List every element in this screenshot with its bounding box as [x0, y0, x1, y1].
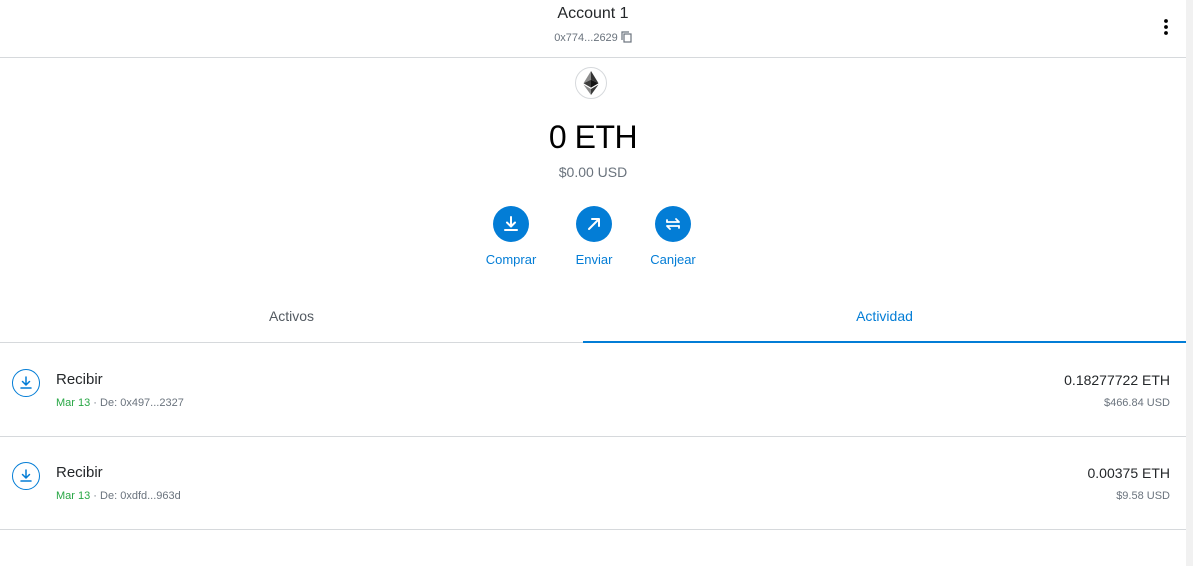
transaction-title: Recibir: [56, 371, 103, 388]
buy-label: Comprar: [485, 252, 537, 267]
transaction-usd: $466.84 USD: [1103, 397, 1170, 409]
swap-label: Canjear: [650, 252, 696, 267]
transaction-date: Mar 13: [56, 490, 91, 502]
transaction-separator: ·: [90, 490, 101, 502]
copy-icon[interactable]: [621, 31, 632, 46]
account-name[interactable]: Account 1: [0, 5, 1186, 23]
transaction-from: De: 0xdfd...963d: [100, 490, 181, 502]
account-header: Account 1 0x774...2629: [0, 0, 1186, 58]
account-address-text[interactable]: 0x774...2629: [554, 32, 618, 44]
account-address[interactable]: 0x774...2629: [0, 31, 1186, 46]
swap-icon: [655, 206, 691, 242]
transaction-subtitle: Mar 13 · De: 0x497...2327: [56, 397, 184, 409]
fiat-balance: $0.00 USD: [558, 164, 628, 180]
arrow-up-right-icon: [576, 206, 612, 242]
kebab-menu-icon[interactable]: [1158, 16, 1174, 38]
transaction-usd: $9.58 USD: [1116, 490, 1170, 502]
transaction-separator: ·: [90, 397, 101, 409]
tab-assets[interactable]: Activos: [0, 288, 583, 344]
transaction-subtitle: Mar 13 · De: 0xdfd...963d: [56, 490, 181, 502]
send-button[interactable]: Enviar: [549, 206, 639, 267]
eth-balance: 0 ETH: [548, 119, 638, 155]
send-label: Enviar: [575, 252, 613, 267]
buy-button[interactable]: Comprar: [466, 206, 556, 267]
transaction-row[interactable]: Recibir Mar 13 · De: 0xdfd...963d 0.0037…: [0, 437, 1186, 530]
transaction-row[interactable]: Recibir Mar 13 · De: 0x497...2327 0.1827…: [0, 344, 1186, 437]
ethereum-logo-icon: [575, 67, 607, 99]
scrollbar[interactable]: [1186, 0, 1193, 566]
transaction-amount: 0.18277722 ETH: [1064, 372, 1170, 388]
download-icon: [493, 206, 529, 242]
swap-button[interactable]: Canjear: [628, 206, 718, 267]
tab-active-indicator: [583, 341, 1186, 343]
transaction-from: De: 0x497...2327: [100, 397, 184, 409]
transaction-title: Recibir: [56, 464, 103, 481]
transaction-amount: 0.00375 ETH: [1087, 465, 1171, 481]
receive-icon: [12, 462, 40, 490]
tab-activity[interactable]: Actividad: [583, 288, 1186, 344]
transaction-date: Mar 13: [56, 397, 91, 409]
receive-icon: [12, 369, 40, 397]
